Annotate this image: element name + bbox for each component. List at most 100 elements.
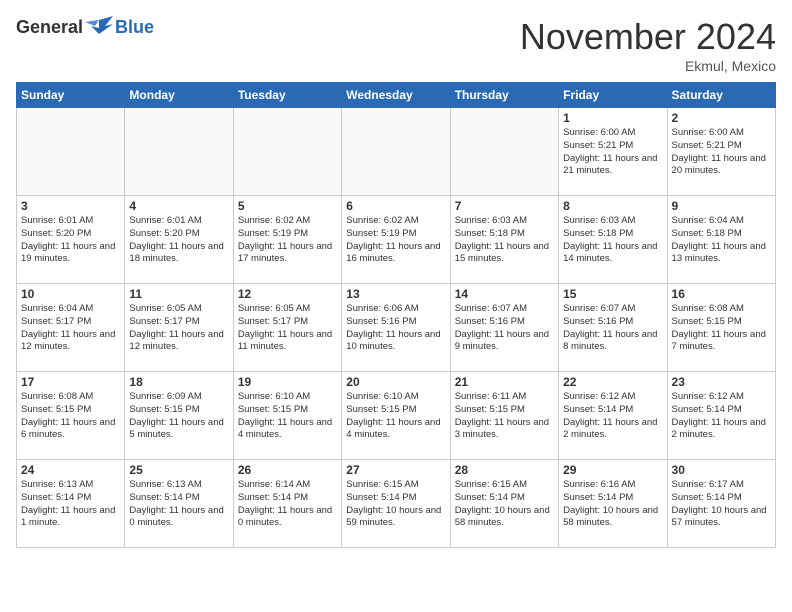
day-cell: 10 Sunrise: 6:04 AM Sunset: 5:17 PM Dayli… <box>17 284 125 372</box>
day-cell <box>342 108 450 196</box>
day-cell: 26 Sunrise: 6:14 AM Sunset: 5:14 PM Dayli… <box>233 460 341 548</box>
day-number: 21 <box>455 375 554 389</box>
day-cell <box>125 108 233 196</box>
day-number: 8 <box>563 199 662 213</box>
week-row-3: 10 Sunrise: 6:04 AM Sunset: 5:17 PM Dayli… <box>17 284 776 372</box>
day-cell: 19 Sunrise: 6:10 AM Sunset: 5:15 PM Dayli… <box>233 372 341 460</box>
day-number: 3 <box>21 199 120 213</box>
title-area: November 2024 Ekmul, Mexico <box>520 16 776 74</box>
day-cell: 30 Sunrise: 6:17 AM Sunset: 5:14 PM Dayli… <box>667 460 775 548</box>
day-cell: 14 Sunrise: 6:07 AM Sunset: 5:16 PM Dayli… <box>450 284 558 372</box>
day-info: Sunrise: 6:08 AM Sunset: 5:15 PM Dayligh… <box>21 391 120 442</box>
day-number: 28 <box>455 463 554 477</box>
day-info: Sunrise: 6:14 AM Sunset: 5:14 PM Dayligh… <box>238 479 337 530</box>
day-number: 25 <box>129 463 228 477</box>
day-info: Sunrise: 6:04 AM Sunset: 5:17 PM Dayligh… <box>21 303 120 354</box>
day-info: Sunrise: 6:03 AM Sunset: 5:18 PM Dayligh… <box>455 215 554 266</box>
day-cell: 20 Sunrise: 6:10 AM Sunset: 5:15 PM Dayli… <box>342 372 450 460</box>
day-cell: 15Sunrise: 6:07 AM Sunset: 5:16 PM Dayli… <box>559 284 667 372</box>
day-info: Sunrise: 6:12 AM Sunset: 5:14 PM Dayligh… <box>563 391 662 442</box>
month-title: November 2024 <box>520 16 776 58</box>
day-info: Sunrise: 6:02 AM Sunset: 5:19 PM Dayligh… <box>346 215 445 266</box>
day-number: 1 <box>563 111 662 125</box>
day-info: Sunrise: 6:07 AM Sunset: 5:16 PM Dayligh… <box>563 303 662 354</box>
day-cell: 11 Sunrise: 6:05 AM Sunset: 5:17 PM Dayli… <box>125 284 233 372</box>
day-number: 13 <box>346 287 445 301</box>
day-number: 19 <box>238 375 337 389</box>
day-cell: 3 Sunrise: 6:01 AM Sunset: 5:20 PM Daylig… <box>17 196 125 284</box>
day-number: 12 <box>238 287 337 301</box>
week-row-1: 1 Sunrise: 6:00 AM Sunset: 5:21 PM Daylig… <box>17 108 776 196</box>
day-cell: 5Sunrise: 6:02 AM Sunset: 5:19 PM Daylig… <box>233 196 341 284</box>
day-cell <box>17 108 125 196</box>
day-number: 30 <box>672 463 771 477</box>
day-number: 24 <box>21 463 120 477</box>
week-row-5: 24 Sunrise: 6:13 AM Sunset: 5:14 PM Dayli… <box>17 460 776 548</box>
day-number: 29 <box>563 463 662 477</box>
day-cell: 22 Sunrise: 6:12 AM Sunset: 5:14 PM Dayli… <box>559 372 667 460</box>
day-cell: 9 Sunrise: 6:04 AM Sunset: 5:18 PM Daylig… <box>667 196 775 284</box>
day-cell <box>233 108 341 196</box>
day-cell: 24 Sunrise: 6:13 AM Sunset: 5:14 PM Dayli… <box>17 460 125 548</box>
day-info: Sunrise: 6:16 AM Sunset: 5:14 PM Dayligh… <box>563 479 662 530</box>
day-info: Sunrise: 6:06 AM Sunset: 5:16 PM Dayligh… <box>346 303 445 354</box>
calendar-header-row: SundayMondayTuesdayWednesdayThursdayFrid… <box>17 83 776 108</box>
calendar-table: SundayMondayTuesdayWednesdayThursdayFrid… <box>16 82 776 548</box>
col-header-wednesday: Wednesday <box>342 83 450 108</box>
day-number: 9 <box>672 199 771 213</box>
logo-general-text: General <box>16 17 83 38</box>
logo-bird-icon <box>85 16 113 38</box>
day-info: Sunrise: 6:13 AM Sunset: 5:14 PM Dayligh… <box>21 479 120 530</box>
day-info: Sunrise: 6:17 AM Sunset: 5:14 PM Dayligh… <box>672 479 771 530</box>
day-number: 11 <box>129 287 228 301</box>
day-cell: 16 Sunrise: 6:08 AM Sunset: 5:15 PM Dayli… <box>667 284 775 372</box>
day-number: 22 <box>563 375 662 389</box>
day-info: Sunrise: 6:09 AM Sunset: 5:15 PM Dayligh… <box>129 391 228 442</box>
day-info: Sunrise: 6:05 AM Sunset: 5:17 PM Dayligh… <box>238 303 337 354</box>
day-info: Sunrise: 6:07 AM Sunset: 5:16 PM Dayligh… <box>455 303 554 354</box>
day-info: Sunrise: 6:04 AM Sunset: 5:18 PM Dayligh… <box>672 215 771 266</box>
col-header-monday: Monday <box>125 83 233 108</box>
page-header: General Blue November 2024 Ekmul, Mexico <box>16 16 776 74</box>
day-info: Sunrise: 6:01 AM Sunset: 5:20 PM Dayligh… <box>21 215 120 266</box>
day-cell: 21 Sunrise: 6:11 AM Sunset: 5:15 PM Dayli… <box>450 372 558 460</box>
day-number: 18 <box>129 375 228 389</box>
day-number: 20 <box>346 375 445 389</box>
day-info: Sunrise: 6:15 AM Sunset: 5:14 PM Dayligh… <box>455 479 554 530</box>
day-cell: 4Sunrise: 6:01 AM Sunset: 5:20 PM Daylig… <box>125 196 233 284</box>
day-cell: 7Sunrise: 6:03 AM Sunset: 5:18 PM Daylig… <box>450 196 558 284</box>
day-info: Sunrise: 6:10 AM Sunset: 5:15 PM Dayligh… <box>346 391 445 442</box>
day-cell: 8 Sunrise: 6:03 AM Sunset: 5:18 PM Daylig… <box>559 196 667 284</box>
day-number: 2 <box>672 111 771 125</box>
day-cell: 25Sunrise: 6:13 AM Sunset: 5:14 PM Dayli… <box>125 460 233 548</box>
location: Ekmul, Mexico <box>520 58 776 74</box>
day-number: 23 <box>672 375 771 389</box>
day-cell: 2 Sunrise: 6:00 AM Sunset: 5:21 PM Daylig… <box>667 108 775 196</box>
day-info: Sunrise: 6:02 AM Sunset: 5:19 PM Dayligh… <box>238 215 337 266</box>
day-info: Sunrise: 6:05 AM Sunset: 5:17 PM Dayligh… <box>129 303 228 354</box>
day-info: Sunrise: 6:00 AM Sunset: 5:21 PM Dayligh… <box>672 127 771 178</box>
col-header-friday: Friday <box>559 83 667 108</box>
day-cell: 27Sunrise: 6:15 AM Sunset: 5:14 PM Dayli… <box>342 460 450 548</box>
day-cell: 18 Sunrise: 6:09 AM Sunset: 5:15 PM Dayli… <box>125 372 233 460</box>
day-cell: 12 Sunrise: 6:05 AM Sunset: 5:17 PM Dayli… <box>233 284 341 372</box>
logo: General Blue <box>16 16 154 38</box>
day-cell: 17Sunrise: 6:08 AM Sunset: 5:15 PM Dayli… <box>17 372 125 460</box>
col-header-sunday: Sunday <box>17 83 125 108</box>
day-info: Sunrise: 6:10 AM Sunset: 5:15 PM Dayligh… <box>238 391 337 442</box>
day-number: 4 <box>129 199 228 213</box>
col-header-saturday: Saturday <box>667 83 775 108</box>
day-number: 14 <box>455 287 554 301</box>
day-cell: 23Sunrise: 6:12 AM Sunset: 5:14 PM Dayli… <box>667 372 775 460</box>
day-number: 10 <box>21 287 120 301</box>
day-info: Sunrise: 6:11 AM Sunset: 5:15 PM Dayligh… <box>455 391 554 442</box>
day-number: 16 <box>672 287 771 301</box>
col-header-thursday: Thursday <box>450 83 558 108</box>
day-info: Sunrise: 6:00 AM Sunset: 5:21 PM Dayligh… <box>563 127 662 178</box>
day-number: 26 <box>238 463 337 477</box>
day-info: Sunrise: 6:08 AM Sunset: 5:15 PM Dayligh… <box>672 303 771 354</box>
day-info: Sunrise: 6:03 AM Sunset: 5:18 PM Dayligh… <box>563 215 662 266</box>
day-number: 6 <box>346 199 445 213</box>
logo-blue-text: Blue <box>115 17 154 38</box>
day-number: 27 <box>346 463 445 477</box>
